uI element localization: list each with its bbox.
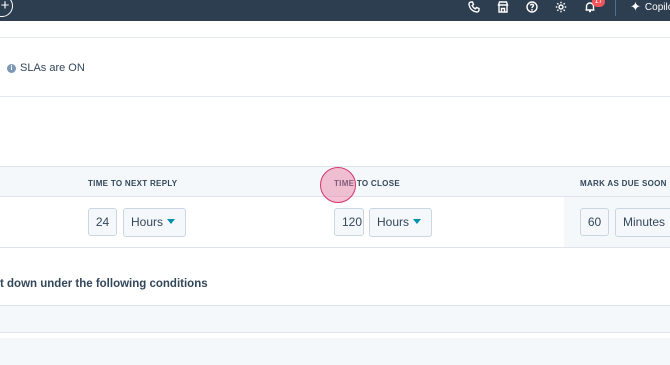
info-icon: i	[7, 63, 16, 73]
sla-status-text: SLAs are ON	[20, 62, 85, 74]
conditions-row	[0, 338, 670, 365]
copilot-label: Copilot	[644, 1, 670, 13]
divider	[0, 96, 670, 97]
conditions-heading: t down under the following conditions	[0, 278, 208, 290]
marketplace-icon[interactable]	[495, 0, 511, 14]
create-plus-button[interactable]: +	[0, 0, 13, 17]
settings-icon[interactable]	[553, 0, 569, 14]
sparkle-icon: ✦	[630, 0, 641, 14]
phone-icon[interactable]	[466, 0, 482, 14]
caret-down-icon	[413, 219, 422, 225]
close-unit-select[interactable]: Hours	[369, 208, 432, 237]
nav-divider	[615, 0, 616, 16]
sla-table-row: 24 Hours 120 Hours 60 Minutes	[0, 197, 670, 248]
due-soon-value-input[interactable]: 60	[580, 208, 609, 236]
column-header-mark-as-due-soon: MARK AS DUE SOON	[580, 179, 667, 188]
click-marker	[320, 167, 356, 203]
due-soon-unit-select[interactable]: Minutes	[615, 208, 670, 237]
close-unit-label: Hours	[377, 215, 410, 229]
next-reply-unit-label: Hours	[131, 215, 164, 229]
copilot-button[interactable]: ✦ Copilot	[630, 0, 670, 14]
notification-badge: 17	[592, 0, 605, 7]
help-icon[interactable]	[524, 0, 540, 14]
divider	[0, 37, 670, 38]
top-nav-bar: + 17 ✦ Copilot	[0, 0, 670, 21]
due-soon-unit-label: Minutes	[623, 215, 666, 229]
conditions-row	[0, 305, 670, 333]
next-reply-value-input[interactable]: 24	[88, 208, 117, 236]
close-value-input[interactable]: 120	[334, 208, 364, 236]
caret-down-icon	[167, 219, 176, 225]
next-reply-unit-select[interactable]: Hours	[123, 208, 186, 237]
column-header-time-to-next-reply: TIME TO NEXT REPLY	[88, 179, 178, 188]
sla-status: i SLAs are ON	[7, 62, 85, 74]
